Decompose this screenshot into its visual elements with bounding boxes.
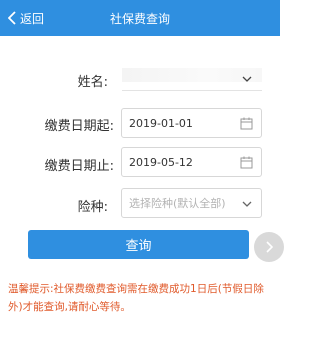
name-underline — [122, 90, 262, 91]
insurance-type-label: 险种: — [77, 200, 108, 215]
chevron-down-icon[interactable] — [242, 76, 252, 82]
query-button[interactable]: 查询 — [28, 230, 249, 259]
insurance-type-placeholder: 选择险种(默认全部) — [129, 197, 226, 210]
name-label: 姓名: — [77, 75, 108, 90]
start-date-value: 2019-01-01 — [129, 116, 193, 130]
page-title: 社保费查询 — [109, 12, 170, 26]
end-date-input[interactable]: 2019-05-12 — [121, 147, 262, 177]
name-field[interactable] — [122, 68, 262, 82]
chevron-down-icon — [242, 201, 252, 207]
start-date-label: 缴费日期起: — [44, 119, 114, 134]
end-date-value: 2019-05-12 — [129, 155, 193, 169]
calendar-icon — [240, 156, 253, 169]
next-arrow-button[interactable] — [254, 232, 284, 262]
start-date-input[interactable]: 2019-01-01 — [121, 108, 262, 138]
calendar-icon — [240, 117, 253, 130]
end-date-label: 缴费日期止: — [44, 159, 114, 174]
chevron-right-icon — [265, 241, 273, 253]
app-header: 返回 社保费查询 — [0, 0, 280, 36]
insurance-type-select[interactable]: 选择险种(默认全部) — [121, 188, 262, 218]
warm-tip: 温馨提示:社保费缴费查询需在缴费成功1日后(节假日除外)才能查询,请耐心等待。 — [8, 283, 264, 313]
